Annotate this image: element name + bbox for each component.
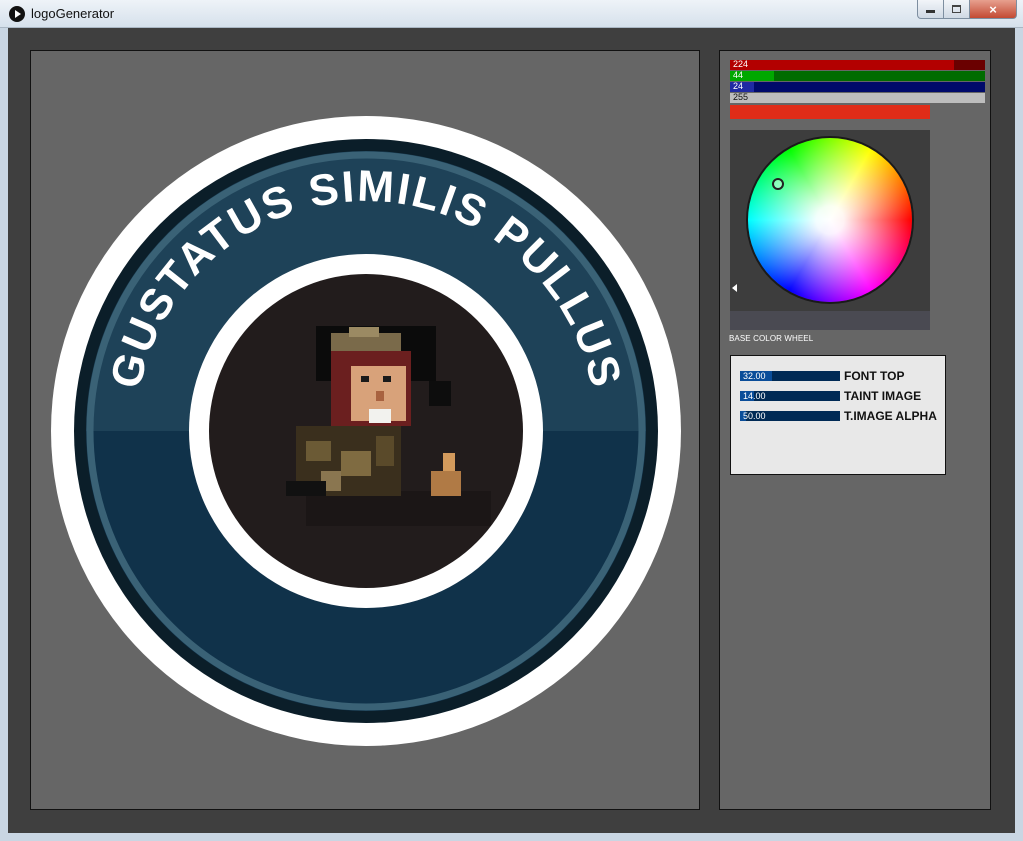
minimize-icon [926,10,935,13]
blue-value: 24 [733,81,744,91]
minimize-button[interactable] [917,0,944,19]
green-value: 44 [733,70,744,80]
app-window: logoGenerator × GUSTATUS SIMILIS PULLUS … [0,0,1023,841]
close-icon: × [989,1,997,17]
number-controls-box: 32.00 FONT TOP 14.00 TAINT IMAGE 50.00 T… [730,355,946,475]
app-client-area: GUSTATUS SIMILIS PULLUS 224 44 24 255 BA… [8,28,1015,833]
color-wheel-box[interactable] [730,130,930,330]
logo-preview: GUSTATUS SIMILIS PULLUS [51,116,681,746]
window-controls: × [917,0,1017,20]
alpha-slider[interactable]: 255 [730,92,985,103]
taint-image-value: 14.00 [743,391,766,401]
caret-left-icon[interactable] [732,284,737,292]
control-panel: 224 44 24 255 BASE COLOR WHEEL 32.00 FON… [719,50,991,810]
alpha-value: 255 [733,92,749,102]
red-slider-fill [730,60,954,70]
font-top-value: 32.00 [743,371,766,381]
t-image-alpha-label: T.IMAGE ALPHA [844,409,937,423]
font-top-label: FONT TOP [844,369,905,383]
color-wheel[interactable] [748,138,912,302]
red-value: 224 [733,59,749,69]
close-button[interactable]: × [970,0,1017,19]
logo-canvas[interactable]: GUSTATUS SIMILIS PULLUS [30,50,700,810]
t-image-alpha-value: 50.00 [743,411,766,421]
taint-image-slider[interactable]: 14.00 [740,391,840,401]
title-bar[interactable]: logoGenerator × [0,0,1023,28]
blue-slider[interactable]: 24 [730,81,985,92]
color-wheel-caption: BASE COLOR WHEEL [729,334,814,343]
red-slider[interactable]: 224 [730,59,985,70]
maximize-icon [952,5,961,13]
t-image-alpha-slider[interactable]: 50.00 [740,411,840,421]
alpha-slider-fill [730,93,985,103]
taint-image-label: TAINT IMAGE [844,389,922,403]
font-top-slider[interactable]: 32.00 [740,371,840,381]
window-title: logoGenerator [31,6,115,21]
maximize-button[interactable] [944,0,970,19]
brightness-strip[interactable] [730,311,930,330]
color-preview-swatch [730,105,930,119]
color-wheel-handle[interactable] [772,178,784,190]
play-icon [9,6,25,22]
green-slider[interactable]: 44 [730,70,985,81]
